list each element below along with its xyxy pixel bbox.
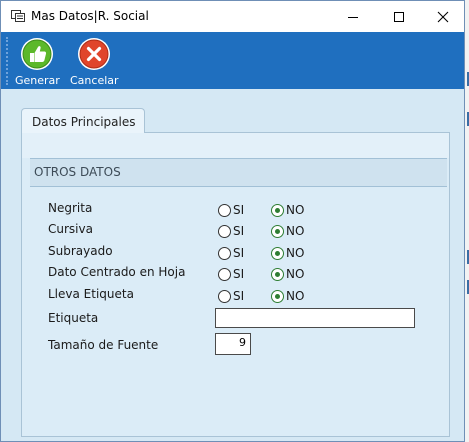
cancel-button[interactable]: Cancelar — [70, 32, 119, 89]
generate-button-label: Generar — [15, 74, 60, 87]
etiqueta-label: Etiqueta — [48, 311, 99, 325]
dato-centrado-no-radio[interactable] — [271, 267, 284, 281]
tab-panel: OTROS DATOS Negrita SI NO Cursiva SI NO — [21, 132, 450, 437]
negrita-label: Negrita — [48, 201, 93, 215]
lleva-etiqueta-label: Lleva Etiqueta — [48, 287, 134, 301]
minimize-button[interactable] — [330, 1, 376, 32]
app-icon — [11, 10, 25, 22]
minimize-icon — [348, 16, 358, 18]
subrayado-no-option[interactable]: NO — [271, 246, 304, 260]
title-bar[interactable]: Mas Datos|R. Social — [1, 1, 464, 32]
no-label: NO — [286, 246, 305, 260]
lleva-etiqueta-si-radio[interactable] — [218, 289, 231, 303]
subrayado-no-radio[interactable] — [271, 246, 284, 260]
tab-datos-principales[interactable]: Datos Principales — [21, 108, 145, 133]
toolbar: Generar Cancelar — [1, 32, 464, 89]
cursiva-label: Cursiva — [48, 222, 93, 236]
dato-centrado-si-radio[interactable] — [218, 267, 231, 281]
etiqueta-input[interactable] — [215, 308, 415, 328]
panel-header-band — [22, 133, 449, 158]
cancel-button-label: Cancelar — [70, 74, 119, 87]
lleva-etiqueta-no-option[interactable]: NO — [271, 289, 304, 303]
cursiva-no-option[interactable]: NO — [271, 224, 304, 238]
font-size-input[interactable]: 9 — [215, 333, 251, 355]
dato-centrado-no-option[interactable]: NO — [271, 267, 304, 281]
negrita-si-option[interactable]: SI — [218, 203, 244, 217]
cancel-icon — [78, 38, 111, 70]
thumbs-up-icon — [21, 38, 54, 70]
close-button[interactable] — [420, 1, 466, 32]
negrita-si-radio[interactable] — [218, 203, 231, 217]
cursiva-no-radio[interactable] — [271, 224, 284, 238]
dato-centrado-label: Dato Centrado en Hoja — [48, 265, 186, 279]
si-label: SI — [233, 289, 245, 303]
cursiva-si-radio[interactable] — [218, 224, 231, 238]
lleva-etiqueta-no-radio[interactable] — [271, 289, 284, 303]
si-label: SI — [233, 267, 245, 281]
si-label: SI — [233, 246, 245, 260]
cursiva-si-option[interactable]: SI — [218, 224, 244, 238]
section-header: OTROS DATOS — [30, 158, 447, 187]
tab-label: Datos Principales — [32, 115, 136, 129]
si-label: SI — [233, 224, 245, 238]
si-label: SI — [233, 203, 245, 217]
subrayado-label: Subrayado — [48, 244, 113, 258]
negrita-no-option[interactable]: NO — [271, 203, 304, 217]
dato-centrado-si-option[interactable]: SI — [218, 267, 244, 281]
no-label: NO — [286, 267, 305, 281]
no-label: NO — [286, 203, 305, 217]
window-title: Mas Datos|R. Social — [31, 9, 149, 23]
subrayado-si-radio[interactable] — [218, 246, 231, 260]
lleva-etiqueta-si-option[interactable]: SI — [218, 289, 244, 303]
negrita-no-radio[interactable] — [271, 203, 284, 217]
subrayado-si-option[interactable]: SI — [218, 246, 244, 260]
dialog-content: Datos Principales OTROS DATOS Negrita SI… — [1, 89, 464, 441]
generate-button[interactable]: Generar — [15, 32, 60, 89]
close-icon — [437, 11, 449, 22]
font-size-label: Tamaño de Fuente — [48, 338, 159, 352]
dialog-window: Mas Datos|R. Social Generar Cancelar Dat… — [0, 0, 465, 442]
maximize-button[interactable] — [376, 1, 422, 32]
no-label: NO — [286, 224, 305, 238]
toolbar-grip[interactable] — [6, 37, 8, 85]
maximize-icon — [394, 11, 404, 22]
section-title: OTROS DATOS — [34, 165, 121, 179]
no-label: NO — [286, 289, 305, 303]
